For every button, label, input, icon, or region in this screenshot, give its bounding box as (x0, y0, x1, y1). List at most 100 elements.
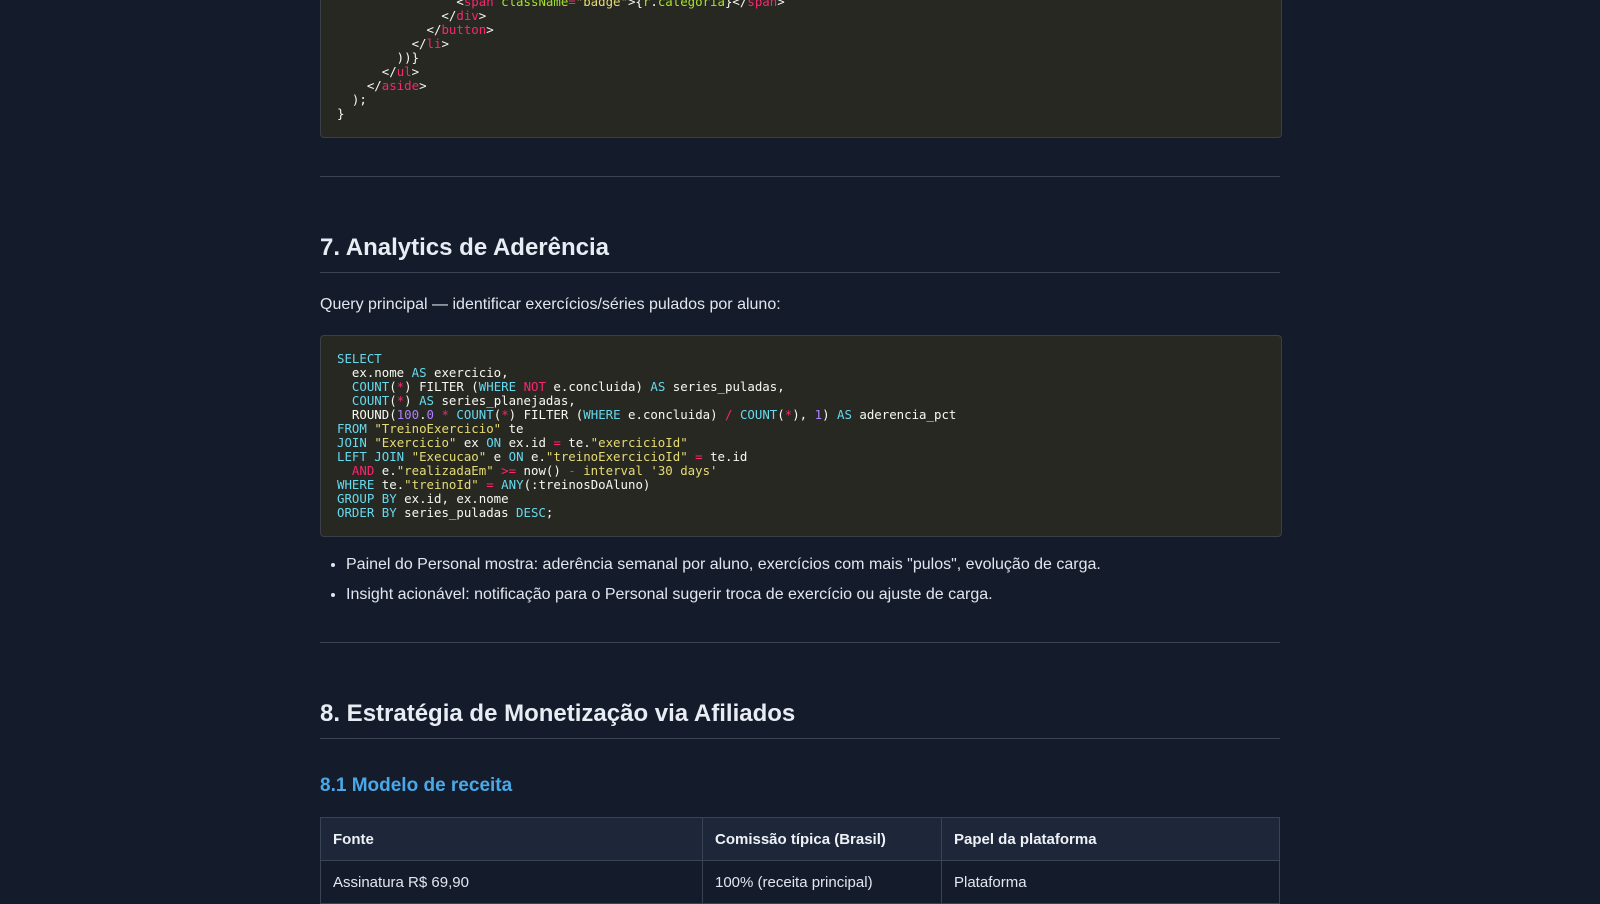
list-item: Painel do Personal mostra: aderência sem… (346, 550, 1101, 580)
code-token: LEFT JOIN (337, 449, 405, 464)
code-token: "TreinoExercicio" (374, 421, 502, 436)
code-token: 1 (814, 407, 823, 422)
code-token: e. (374, 463, 397, 478)
code-token: e. (523, 449, 546, 464)
code-token: / (725, 407, 733, 422)
code-token: exercicio, (426, 365, 509, 380)
code-token: </ (337, 22, 442, 37)
table-cell: Assinatura R$ 69,90 (320, 860, 703, 904)
code-token: DESC (516, 505, 546, 520)
code-token: 0 (426, 407, 435, 422)
code-token: . (650, 0, 658, 9)
code-token: e (486, 449, 509, 464)
code-token: "badge" (575, 0, 628, 9)
code-token: ); (337, 92, 367, 107)
code-token: = (553, 435, 561, 450)
code-token: * (501, 407, 509, 422)
code-token: ex.nome (337, 365, 412, 380)
code-token: FROM (337, 421, 367, 436)
table-cell: 100% (receita principal) (702, 860, 942, 904)
code-token: ANY (501, 477, 524, 492)
code-token: ( (389, 379, 397, 394)
code-token: > (419, 78, 427, 93)
code-token: AND (351, 463, 375, 478)
code-token: WHERE (478, 379, 517, 394)
code-token: button (441, 22, 487, 37)
code-token: AS (411, 365, 427, 380)
code-token: interval '30 days' (575, 463, 718, 478)
code-token: NOT (523, 379, 546, 394)
code-token: ON (508, 449, 524, 464)
code-token: span (747, 0, 778, 9)
code-token: = (486, 477, 494, 492)
code-token: aderencia_pct (851, 407, 957, 422)
code-token: ex (456, 435, 487, 450)
code-token: series_puladas (396, 505, 517, 520)
code-token: * (441, 407, 449, 422)
query-intro-text: Query principal — identificar exercícios… (320, 296, 781, 313)
code-token: (:treinosDoAluno) (523, 477, 651, 492)
code-token: JOIN (337, 435, 367, 450)
code-token: 100 (396, 407, 420, 422)
code-token: ) (404, 393, 420, 408)
code-token: ), (792, 407, 815, 422)
code-token: ( (389, 393, 397, 408)
code-token: > (411, 64, 420, 79)
code-token: AS (650, 379, 666, 394)
code-token: ) FILTER ( (404, 379, 479, 394)
code-token: ex.id (501, 435, 554, 450)
section-heading-analytics: 7. Analytics de Aderência (320, 234, 1280, 273)
code-token: }</ (724, 0, 748, 9)
code-token: </ (337, 8, 457, 23)
code-token: ))} (337, 50, 420, 65)
code-token: </ (337, 78, 382, 93)
code-token: ( (777, 407, 785, 422)
code-token: ul (396, 64, 412, 79)
insights-list: Painel do Personal mostra: aderência sem… (320, 550, 1101, 610)
table-cell: Plataforma (941, 860, 1280, 904)
revenue-table: Fonte Comissão típica (Brasil) Papel da … (320, 817, 1280, 904)
code-token: ROUND( (337, 407, 397, 422)
table-row: Assinatura R$ 69,90 100% (receita princi… (320, 860, 1280, 904)
code-token: series_planejadas, (434, 393, 576, 408)
code-token: > (441, 36, 449, 51)
code-block-tsx: <span className="badge">{r.categoria}</s… (320, 0, 1282, 138)
code-token: "Exercicio" (374, 435, 457, 450)
code-token: COUNT (739, 407, 778, 422)
code-token: series_puladas, (665, 379, 785, 394)
code-token: } (337, 106, 345, 121)
code-token: SELECT (337, 351, 382, 366)
list-item: Insight acionável: notificação para o Pe… (346, 580, 1101, 610)
code-token: AS (419, 393, 435, 408)
code-token: COUNT (351, 393, 390, 408)
code-token: "treinoId" (404, 477, 479, 492)
code-token: = (568, 0, 576, 9)
code-token: "exercicioId" (590, 435, 688, 450)
code-token: > (478, 8, 487, 23)
code-token: = (695, 449, 703, 464)
code-token: ORDER BY (337, 505, 397, 520)
code-token: te (501, 421, 524, 436)
code-token: > (777, 0, 785, 9)
code-token: WHERE (337, 477, 375, 492)
code-token: GROUP BY (337, 491, 397, 506)
code-token: "treinoExercicioId" (545, 449, 688, 464)
code-block-sql: SELECT ex.nome AS exercicio, COUNT(*) FI… (320, 335, 1282, 537)
section-divider (320, 176, 1280, 177)
code-token: categoria (657, 0, 725, 9)
column-header-comissao: Comissão típica (Brasil) (702, 817, 942, 861)
code-token: >= (501, 463, 517, 478)
code-token: ) (822, 407, 837, 422)
code-token: . (419, 407, 427, 422)
code-token: ) FILTER ( (508, 407, 584, 422)
table-header-row: Fonte Comissão típica (Brasil) Papel da … (320, 817, 1280, 861)
sql-query-code: SELECT ex.nome AS exercicio, COUNT(*) FI… (337, 352, 1265, 520)
code-token: li (426, 36, 442, 51)
code-token: "Execucao" (411, 449, 487, 464)
